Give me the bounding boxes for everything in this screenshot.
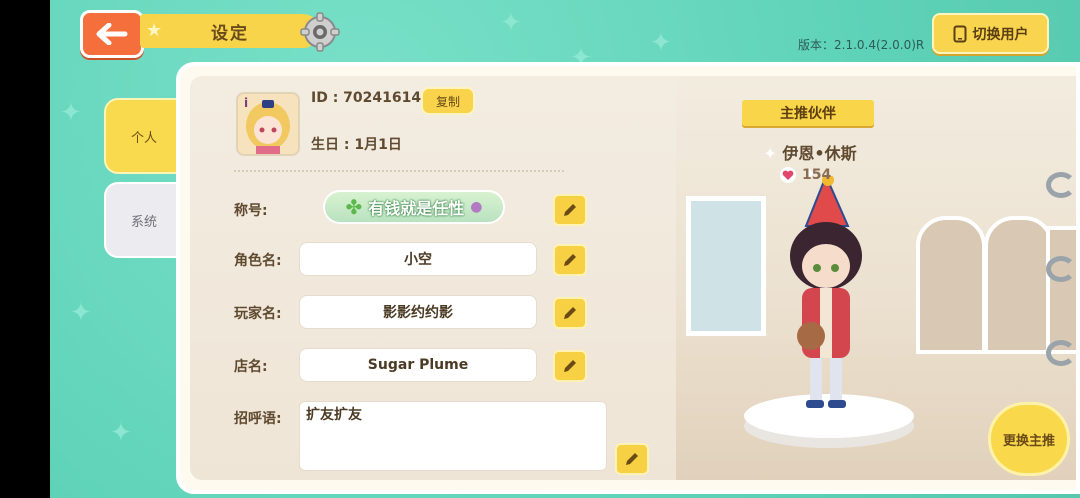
sparkle-icon: ✦ bbox=[763, 144, 777, 163]
player-name-label: 玩家名: bbox=[234, 306, 282, 322]
shop-name-field[interactable]: Sugar Plume bbox=[299, 348, 537, 382]
greeting-textarea[interactable]: 扩友扩友 bbox=[299, 401, 607, 471]
edit-shop-name-button[interactable] bbox=[553, 350, 587, 382]
edit-title-button[interactable] bbox=[553, 194, 587, 226]
page-title-banner: ★ 设定 bbox=[140, 14, 320, 48]
binder-ring-icon bbox=[1046, 172, 1076, 198]
copy-id-button[interactable]: 复制 bbox=[421, 87, 475, 115]
tab-personal-label: 个人 bbox=[130, 130, 157, 146]
role-name-value: 小空 bbox=[404, 252, 432, 268]
heart-icon bbox=[780, 167, 796, 183]
tab-system-label: 系统 bbox=[130, 214, 157, 230]
affection-count: 154 bbox=[780, 167, 831, 183]
shelf-decor bbox=[1046, 226, 1076, 354]
title-label: 称号: bbox=[234, 203, 268, 219]
shop-name-label: 店名: bbox=[234, 359, 268, 375]
sparkle-icon: ✦ bbox=[500, 8, 522, 38]
change-partner-label: 更换主推 bbox=[1002, 433, 1055, 449]
copy-label: 复制 bbox=[435, 94, 460, 109]
partner-banner-text: 主推伙伴 bbox=[780, 106, 836, 122]
affection-value: 154 bbox=[802, 167, 832, 183]
pencil-icon bbox=[626, 453, 638, 465]
partner-character-image bbox=[790, 176, 862, 408]
player-name-field[interactable]: 影影约约影 bbox=[299, 295, 537, 329]
change-partner-button[interactable]: 更换主推 bbox=[988, 402, 1070, 476]
binder-ring-icon bbox=[1046, 256, 1076, 282]
gear-icon bbox=[300, 12, 340, 52]
back-button[interactable] bbox=[80, 10, 144, 58]
pencil-icon bbox=[564, 204, 576, 216]
version-text: 版本：2.1.0.4(2.0.0)R bbox=[798, 38, 925, 52]
partner-banner: 主推伙伴 bbox=[742, 100, 874, 126]
player-id: ID : 70241614 bbox=[311, 90, 422, 106]
pencil-icon bbox=[564, 254, 576, 266]
pencil-icon bbox=[564, 307, 576, 319]
arrow-left-icon bbox=[96, 23, 128, 45]
edit-greeting-button[interactable] bbox=[615, 443, 649, 475]
phone-icon bbox=[953, 25, 966, 42]
role-name-label: 角色名: bbox=[234, 253, 282, 269]
tab-system[interactable]: 系统 bbox=[104, 182, 184, 258]
title-badge-text: 有钱就是任性 bbox=[368, 199, 465, 218]
title-badge[interactable]: ✤ 有钱就是任性 ● bbox=[323, 190, 505, 224]
switch-user-label: 切换用户 bbox=[972, 26, 1029, 43]
sparkle-icon: ✦ bbox=[110, 418, 132, 448]
binder-ring-icon bbox=[1046, 340, 1076, 366]
sparkle-icon: ✦ bbox=[60, 98, 82, 128]
role-name-field[interactable]: 小空 bbox=[299, 242, 537, 276]
switch-user-button[interactable]: 切换用户 bbox=[932, 13, 1049, 54]
sparkle-icon: ✦ bbox=[70, 298, 92, 328]
player-name-value: 影影约约影 bbox=[383, 305, 453, 321]
edit-player-name-button[interactable] bbox=[553, 297, 587, 329]
screen-edge bbox=[0, 0, 50, 498]
window-decor bbox=[686, 196, 766, 336]
pouch-icon: ● bbox=[470, 199, 483, 215]
greeting-value: 扩友扩友 bbox=[306, 407, 362, 423]
star-icon: ★ bbox=[146, 20, 165, 41]
shop-name-value: Sugar Plume bbox=[367, 357, 469, 373]
shelf-decor bbox=[984, 216, 1054, 354]
greeting-label: 招呼语: bbox=[234, 411, 282, 427]
page-title: 设定 bbox=[211, 23, 249, 44]
sparkle-icon: ✦ bbox=[650, 28, 672, 58]
divider bbox=[234, 170, 564, 172]
partner-name-text: 伊恩•休斯 bbox=[782, 144, 857, 163]
birthday-text: 生日 : 1月1日 bbox=[311, 137, 402, 153]
edit-role-name-button[interactable] bbox=[553, 244, 587, 276]
info-icon[interactable]: i bbox=[244, 96, 256, 112]
clover-icon: ✤ bbox=[345, 195, 363, 219]
tab-personal[interactable]: 个人 bbox=[104, 98, 184, 174]
pencil-icon bbox=[564, 360, 576, 372]
